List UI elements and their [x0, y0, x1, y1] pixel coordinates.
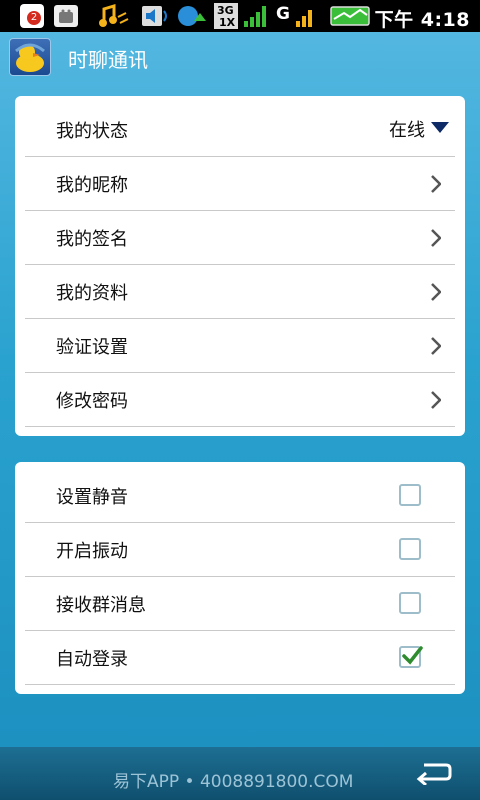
- status-label: 我的状态: [56, 121, 128, 142]
- chevron-right-icon: [431, 283, 441, 301]
- chevron-right-icon: [431, 229, 441, 247]
- mute-label: 设置静音: [56, 487, 128, 508]
- profile-row[interactable]: 我的资料: [25, 266, 455, 319]
- battery-icon: [330, 6, 370, 26]
- status-bar: 2 3G 1X G 下午 4:18: [0, 0, 480, 32]
- footer-watermark: 易下APP • 4008891800.COM: [113, 772, 354, 792]
- app-title: 时聊通讯: [68, 48, 148, 72]
- group-messages-row[interactable]: 接收群消息: [25, 578, 455, 631]
- nickname-row[interactable]: 我的昵称: [25, 158, 455, 211]
- mute-checkbox[interactable]: [399, 484, 421, 506]
- verification-label: 验证设置: [56, 337, 128, 358]
- verification-row[interactable]: 验证设置: [25, 320, 455, 373]
- password-row[interactable]: 修改密码: [25, 374, 455, 427]
- vibrate-checkbox[interactable]: [399, 538, 421, 560]
- auto-login-checkbox[interactable]: [399, 646, 423, 668]
- signature-label: 我的签名: [56, 229, 128, 250]
- nickname-label: 我的昵称: [56, 175, 128, 196]
- preferences-card: 设置静音 开启振动 接收群消息 自动登录: [15, 462, 465, 694]
- music-icon: [99, 3, 129, 27]
- profile-label: 我的资料: [56, 283, 128, 304]
- auto-login-row[interactable]: 自动登录: [25, 632, 455, 685]
- status-value: 在线: [389, 120, 425, 141]
- volume-icon: [142, 6, 167, 26]
- group-messages-label: 接收群消息: [56, 595, 146, 616]
- password-label: 修改密码: [56, 391, 128, 412]
- signature-row[interactable]: 我的签名: [25, 212, 455, 265]
- vibrate-label: 开启振动: [56, 541, 128, 562]
- network-1x-label: 1X: [219, 16, 236, 29]
- chevron-right-icon: [431, 175, 441, 193]
- status-time: 下午 4:18: [374, 9, 470, 31]
- chevron-right-icon: [431, 391, 441, 409]
- checkmark-icon: [402, 646, 423, 665]
- sync-icon: [178, 6, 206, 26]
- android-icon: [54, 5, 78, 27]
- mute-row[interactable]: 设置静音: [25, 470, 455, 523]
- notification-badge-icon[interactable]: 2: [20, 4, 44, 28]
- dropdown-arrow-icon: [431, 122, 449, 133]
- vibrate-row[interactable]: 开启振动: [25, 524, 455, 577]
- network-g-label: G: [276, 4, 290, 24]
- bottom-bar: 易下APP • 4008891800.COM: [0, 747, 480, 800]
- notification-count: 2: [27, 11, 41, 25]
- auto-login-label: 自动登录: [56, 649, 128, 670]
- account-settings-card: 我的状态 在线 我的昵称 我的签名 我的资料 验证设置 修改密码: [15, 96, 465, 436]
- back-arrow-icon[interactable]: [416, 759, 452, 785]
- duck-app-icon: [9, 38, 51, 76]
- group-messages-checkbox[interactable]: [399, 592, 421, 614]
- status-row[interactable]: 我的状态 在线: [25, 104, 455, 157]
- chevron-right-icon: [431, 337, 441, 355]
- title-bar: 时聊通讯: [0, 32, 480, 82]
